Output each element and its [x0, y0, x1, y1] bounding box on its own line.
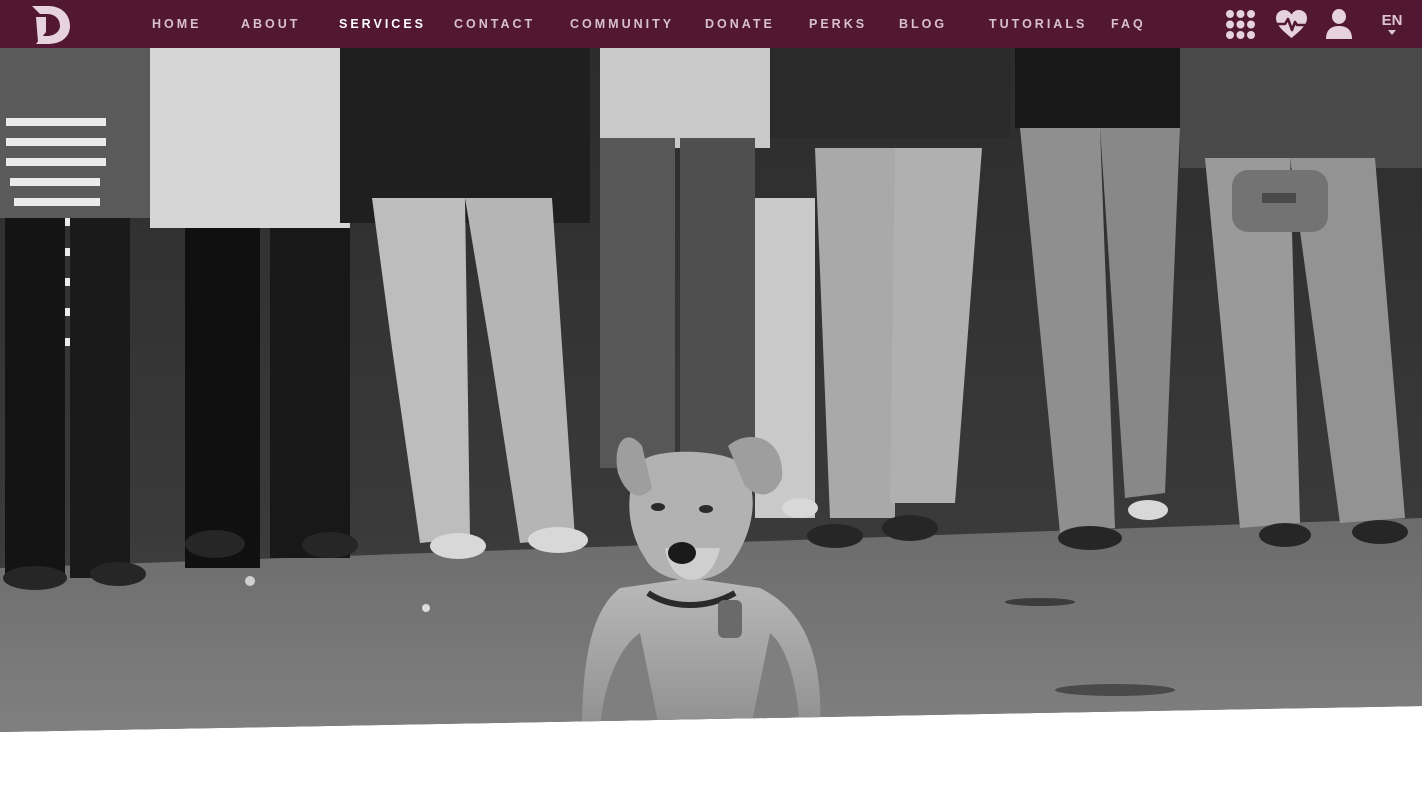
site-logo[interactable]	[26, 2, 74, 46]
nav-home[interactable]: HOME	[152, 0, 202, 48]
nav-contact[interactable]: CONTACT	[454, 0, 535, 48]
top-navbar: HOME ABOUT SERVICES CONTACT COMMUNITY DO…	[0, 0, 1422, 48]
nav-donate[interactable]: DONATE	[705, 0, 775, 48]
language-selector[interactable]: EN	[1380, 12, 1404, 35]
chevron-down-icon	[1388, 30, 1396, 35]
hero-image	[0, 48, 1422, 732]
nav-about[interactable]: ABOUT	[241, 0, 300, 48]
user-icon[interactable]	[1325, 8, 1353, 40]
nav-community[interactable]: COMMUNITY	[570, 0, 674, 48]
nav-services[interactable]: SERVICES	[339, 0, 426, 48]
nav-faq[interactable]: FAQ	[1111, 0, 1146, 48]
nav-blog[interactable]: BLOG	[899, 0, 947, 48]
apps-grid-icon[interactable]	[1225, 9, 1256, 40]
nav-perks[interactable]: PERKS	[809, 0, 867, 48]
nav-tutorials[interactable]: TUTORIALS	[989, 0, 1087, 48]
language-label: EN	[1381, 12, 1403, 29]
heartbeat-icon[interactable]	[1275, 9, 1308, 39]
